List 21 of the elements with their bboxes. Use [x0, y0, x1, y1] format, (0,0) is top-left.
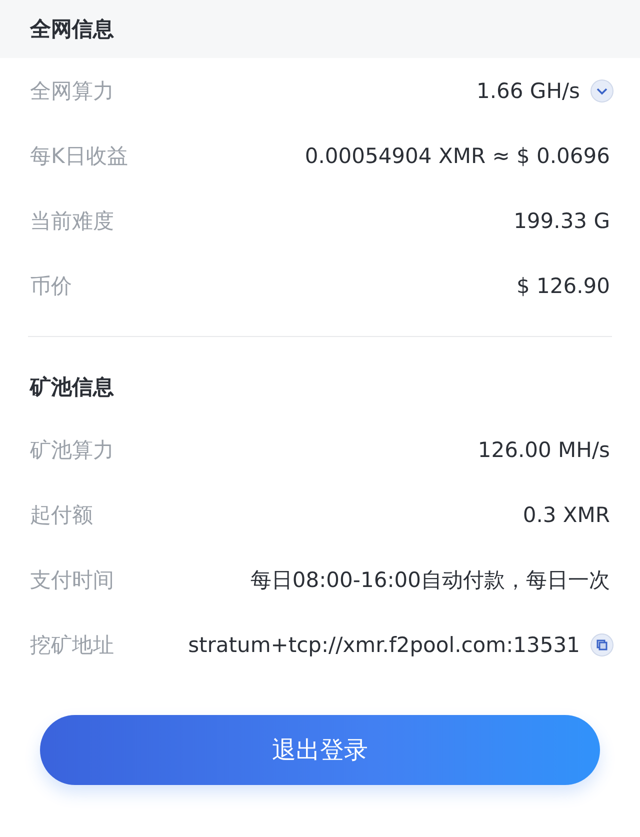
- info-label: 全网算力: [30, 78, 114, 104]
- info-label: 挖矿地址: [30, 632, 114, 658]
- section-header: 全网信息: [0, 0, 640, 58]
- info-value: 0.00054904 XMR ≈ $ 0.0696: [304, 144, 610, 168]
- info-value: 每日08:00-16:00自动付款，每日一次: [250, 566, 610, 594]
- info-value: 126.00 MH/s: [478, 438, 610, 462]
- info-value: stratum+tcp://xmr.f2pool.com:13531: [188, 632, 580, 656]
- info-label: 起付额: [30, 502, 93, 528]
- chevron-down-icon[interactable]: [590, 78, 614, 102]
- info-label: 支付时间: [30, 566, 114, 594]
- info-label: 当前难度: [30, 208, 114, 234]
- info-label: 币价: [30, 272, 72, 300]
- info-value: $ 126.90: [516, 274, 610, 298]
- section-title: 矿池信息: [30, 374, 114, 401]
- info-value: 0.3 XMR: [522, 502, 610, 526]
- info-value: 1.66 GH/s: [476, 78, 580, 102]
- info-label: 矿池算力: [30, 436, 114, 464]
- info-value: 199.33 G: [514, 208, 610, 232]
- info-label: 每K日收益: [30, 142, 128, 170]
- logout-button[interactable]: 退出登录: [40, 715, 600, 785]
- copy-icon[interactable]: [590, 632, 614, 656]
